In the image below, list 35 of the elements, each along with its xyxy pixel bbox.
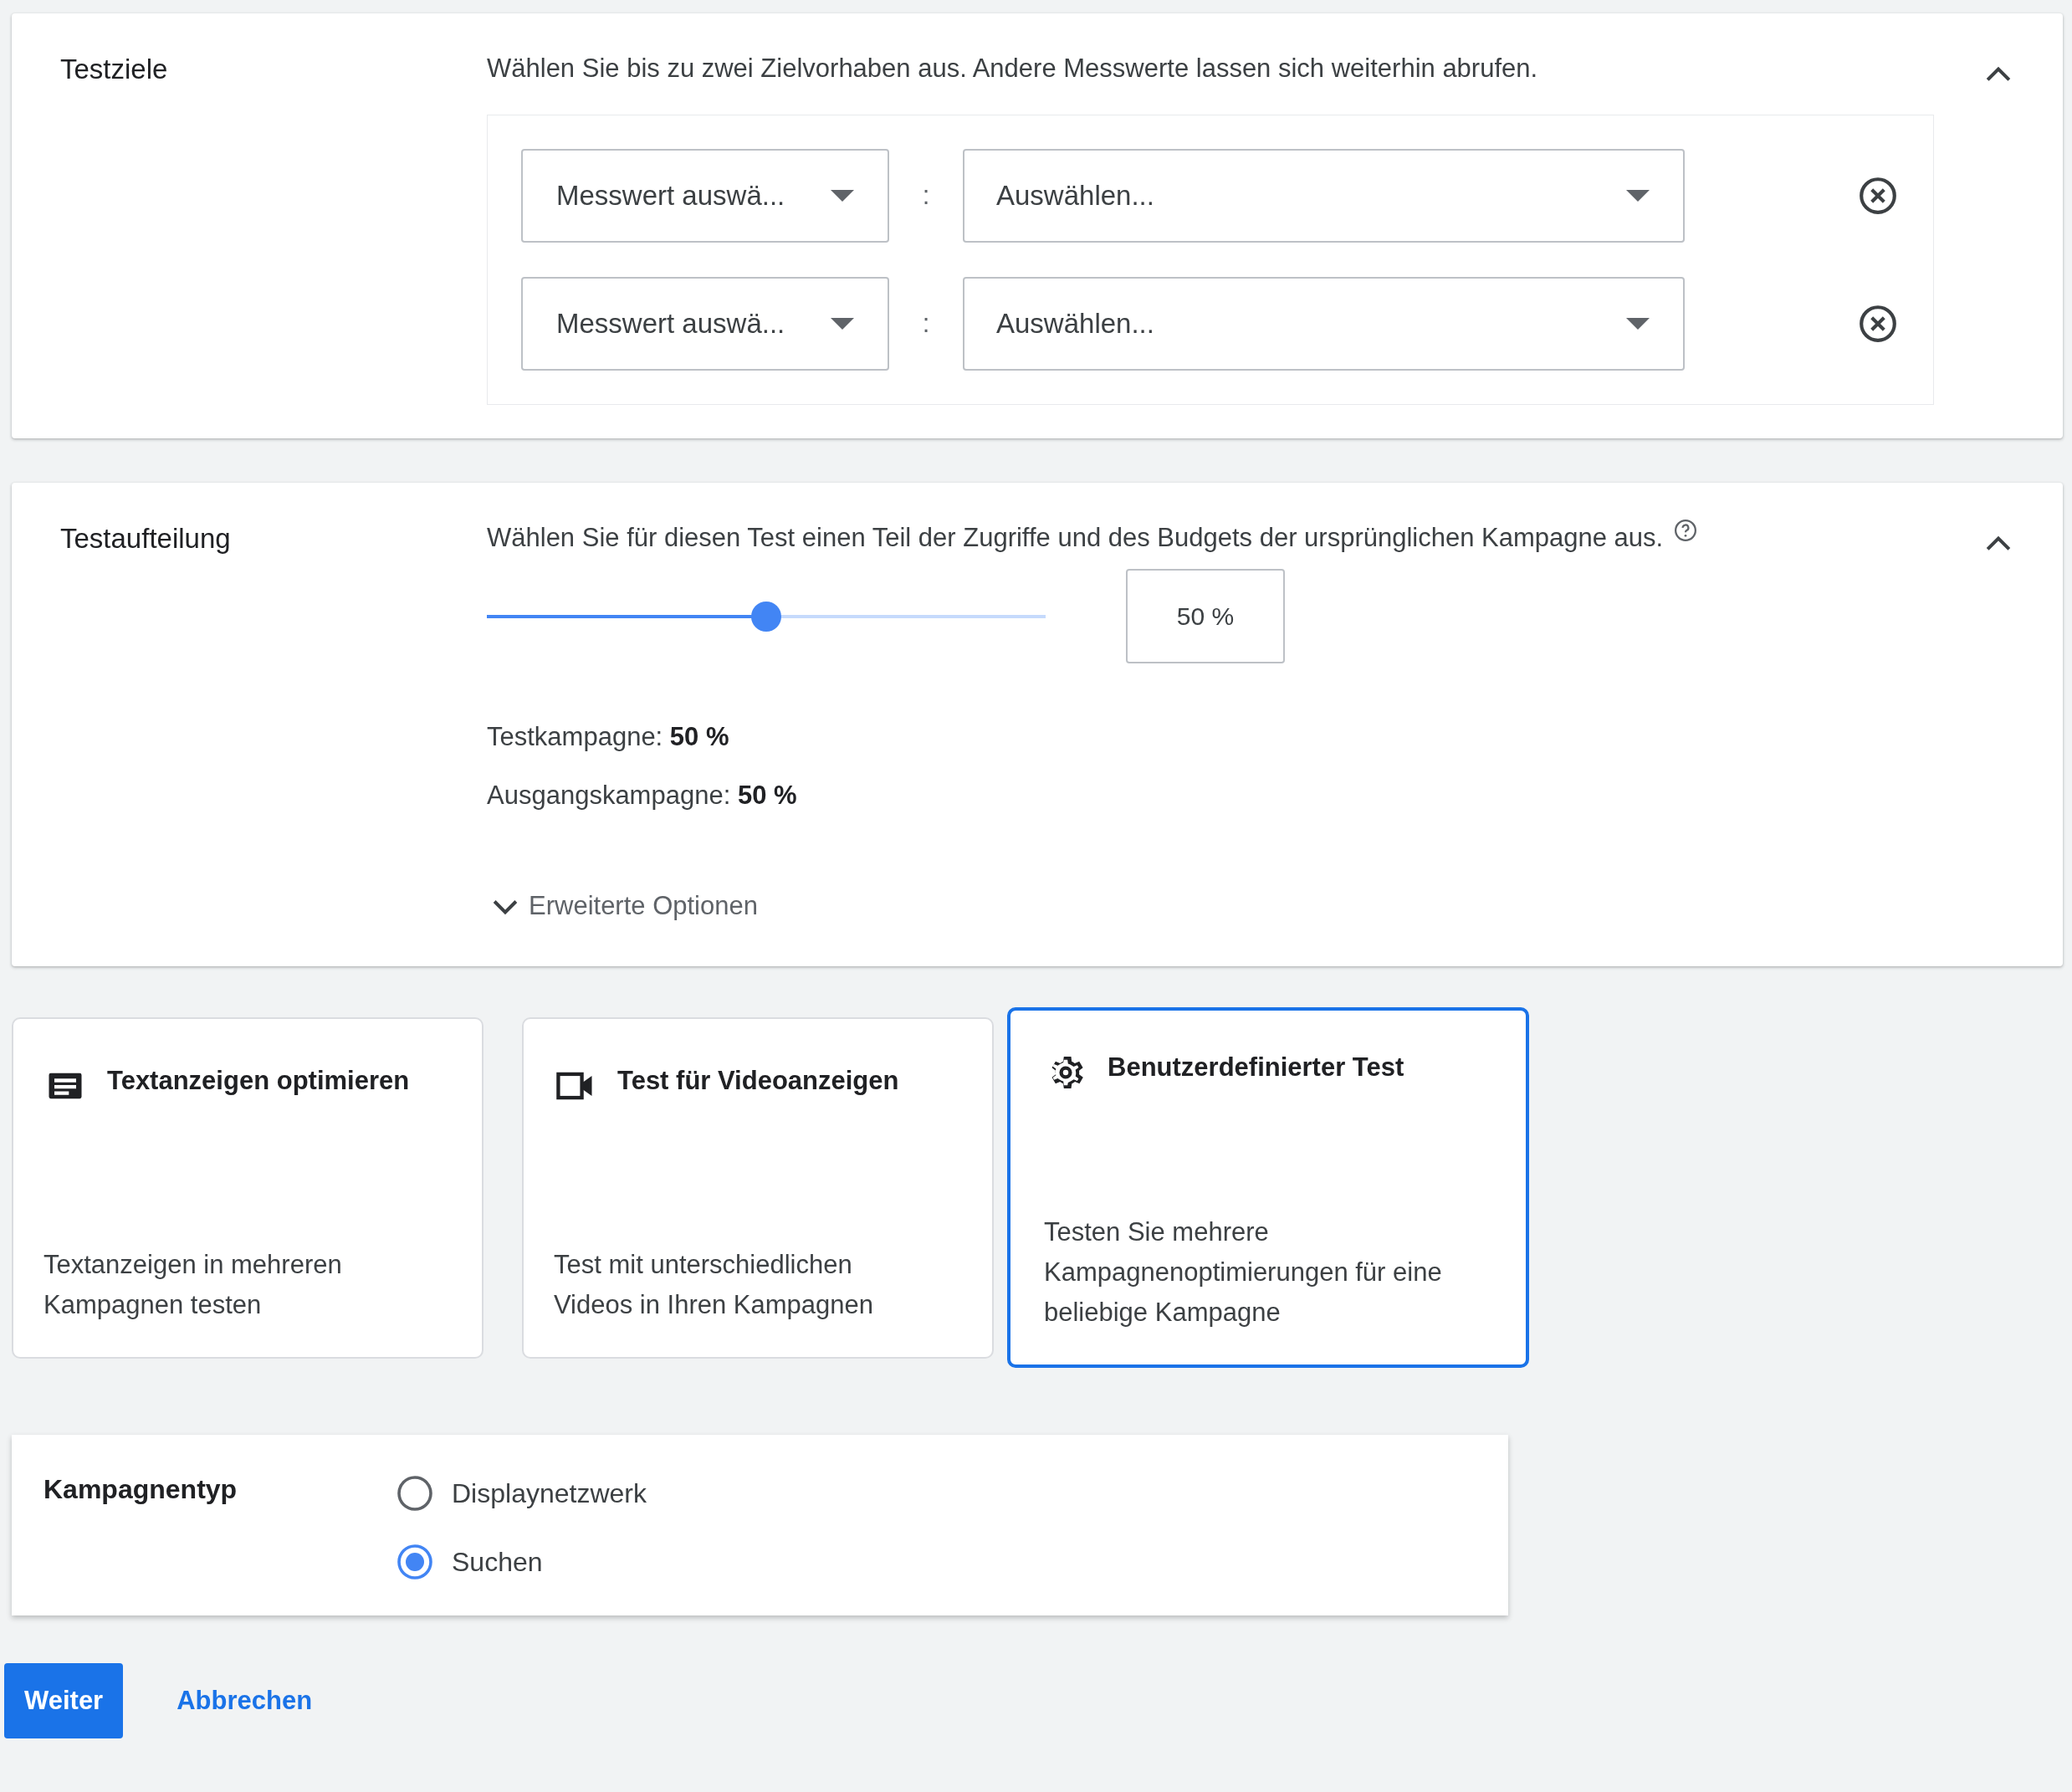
card-description: Testen Sie mehrere Kampagnenoptimierungen für eine beliebige Kampagne — [1044, 1216, 1443, 1329]
help-icon[interactable] — [1673, 518, 1699, 543]
split-result: Ausgangskampagne: 50 % — [487, 781, 798, 811]
dropdown-arrow-icon — [1626, 190, 1650, 202]
continue-button[interactable]: Weiter — [4, 1663, 124, 1738]
card-description: Test mit unterschiedlichen Videos in Ihren Kampagnen — [554, 1248, 875, 1321]
radio-option[interactable]: Displaynetzwerk — [395, 1473, 647, 1513]
target-dropdown[interactable]: Auswählen... — [963, 277, 1685, 371]
split-result: Testkampagne: 50 % — [487, 722, 730, 752]
advanced-options-toggle[interactable]: Erweiterte Optionen — [487, 888, 758, 924]
metric-dropdown[interactable]: Messwert auswä... — [521, 149, 889, 243]
test-type-card[interactable]: Benutzerdefinierter Test Testen Sie mehrere Kampagnenoptimierungen für eine beliebige Kampagne — [1007, 1007, 1529, 1368]
test-type-card[interactable]: Textanzeigen optimieren Textanzeigen in mehreren Kampagnen testen — [12, 1016, 483, 1359]
field-label: Kampagnentyp — [43, 1473, 238, 1506]
card-title: Benutzerdefinierter Test — [1108, 1052, 1404, 1083]
target-dropdown[interactable]: Auswählen... — [963, 149, 1685, 243]
remove-icon[interactable] — [1857, 175, 1899, 217]
card-description: Textanzeigen in mehreren Kampagnen testen — [43, 1248, 343, 1321]
dropdown-arrow-icon — [1626, 318, 1650, 330]
section-title: Testaufteilung — [59, 525, 232, 556]
separator: : — [921, 181, 931, 211]
dropdown-arrow-icon — [831, 318, 854, 330]
radio-option[interactable]: Suchen — [395, 1542, 647, 1582]
metric-dropdown[interactable]: Messwert auswä... — [521, 277, 889, 371]
section-title: Testziele — [59, 55, 169, 86]
percent-field[interactable]: 50 % — [1126, 569, 1285, 663]
card-title: Test für Videoanzeigen — [617, 1064, 899, 1097]
separator: : — [921, 309, 931, 339]
card-title: Textanzeigen optimieren — [107, 1064, 410, 1097]
cancel-button[interactable]: Abbrechen — [156, 1663, 333, 1738]
section-description: Wählen Sie bis zu zwei Zielvorhaben aus. Andere Messwerte lassen sich weiterhin abrufen. — [487, 55, 1538, 81]
dropdown-arrow-icon — [831, 190, 854, 202]
section-description: Wählen Sie für diesen Test einen Teil der Zugriffe und des Budgets der ursprünglichen Kampagne aus. — [487, 525, 1664, 550]
remove-icon[interactable] — [1857, 303, 1899, 345]
test-type-card[interactable]: Test für Videoanzeigen Test mit unterschiedlichen Videos in Ihren Kampagnen — [522, 1016, 994, 1359]
